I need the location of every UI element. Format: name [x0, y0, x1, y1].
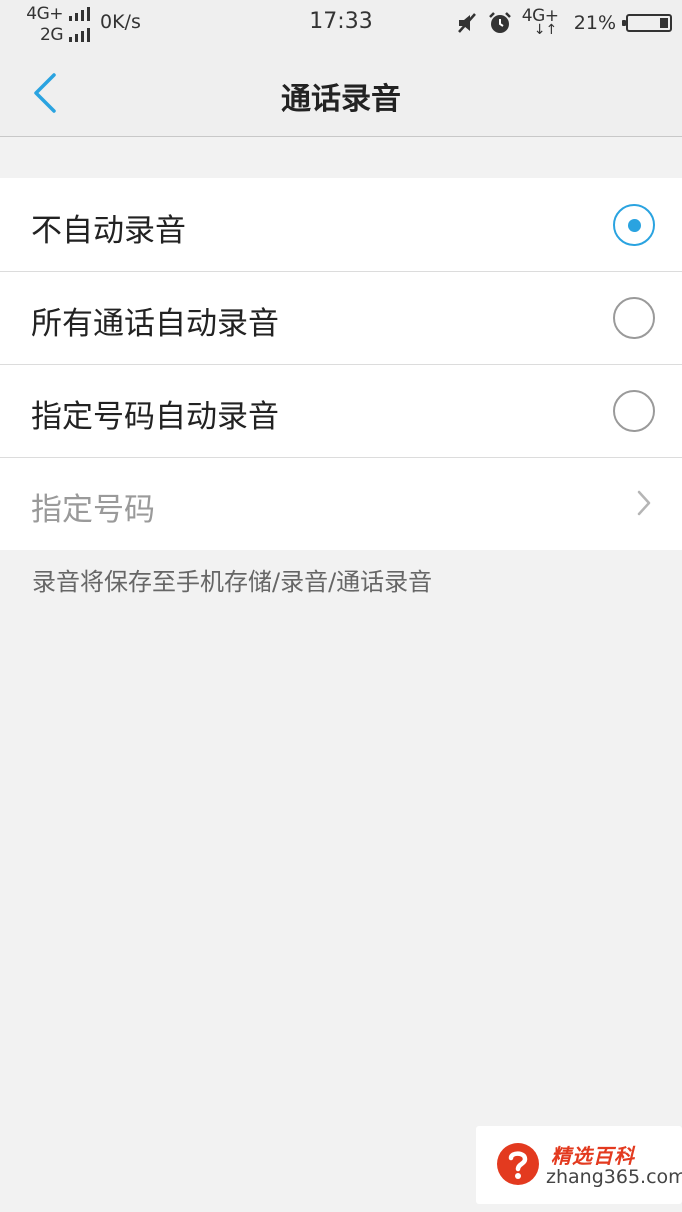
watermark-url: zhang365.com: [546, 1166, 682, 1188]
status-right-group: 4G+ ↓↑ 21%: [446, 6, 672, 40]
radio-button[interactable]: [613, 204, 655, 246]
battery-percent: 21%: [573, 12, 616, 34]
battery-level: [660, 18, 668, 28]
storage-path-note: 录音将保存至手机存储/录音/通话录音: [32, 568, 433, 596]
radio-button[interactable]: [613, 297, 655, 339]
page-title: 通话录音: [281, 82, 401, 117]
screen: 4G+ 2G 0K/s 17:33 4G+ ↓↑ 21% 通话录音 不自动录音 …: [0, 0, 682, 1212]
data-activity-icon: ↓↑: [533, 22, 558, 38]
chevron-right-icon: [637, 490, 651, 516]
back-button[interactable]: [30, 70, 80, 116]
recording-options-list: 不自动录音 所有通话自动录音 指定号码自动录音 指定号码: [0, 178, 682, 550]
watermark-title: 精选百科: [551, 1144, 635, 1168]
alarm-icon: [488, 12, 511, 33]
specified-numbers-item[interactable]: 指定号码: [0, 457, 682, 550]
option-label: 所有通话自动录音: [31, 306, 279, 342]
option-no-auto-record[interactable]: 不自动录音: [0, 178, 682, 271]
radio-button[interactable]: [613, 390, 655, 432]
chevron-left-icon: [34, 73, 56, 113]
specified-numbers-label: 指定号码: [31, 492, 155, 528]
battery-icon: [622, 14, 672, 32]
question-mark-logo-icon: [497, 1143, 539, 1185]
option-label: 指定号码自动录音: [31, 399, 279, 435]
option-record-all-calls[interactable]: 所有通话自动录音: [0, 271, 682, 364]
option-label: 不自动录音: [31, 213, 186, 249]
mute-icon: [457, 13, 476, 33]
watermark: 精选百科 zhang365.com: [476, 1126, 682, 1204]
nav-bar: 通话录音: [0, 48, 682, 137]
status-bar: 4G+ 2G 0K/s 17:33 4G+ ↓↑ 21%: [0, 0, 682, 48]
option-record-specified-numbers[interactable]: 指定号码自动录音: [0, 364, 682, 457]
mobile-data-indicator: 4G+ ↓↑: [522, 6, 564, 40]
